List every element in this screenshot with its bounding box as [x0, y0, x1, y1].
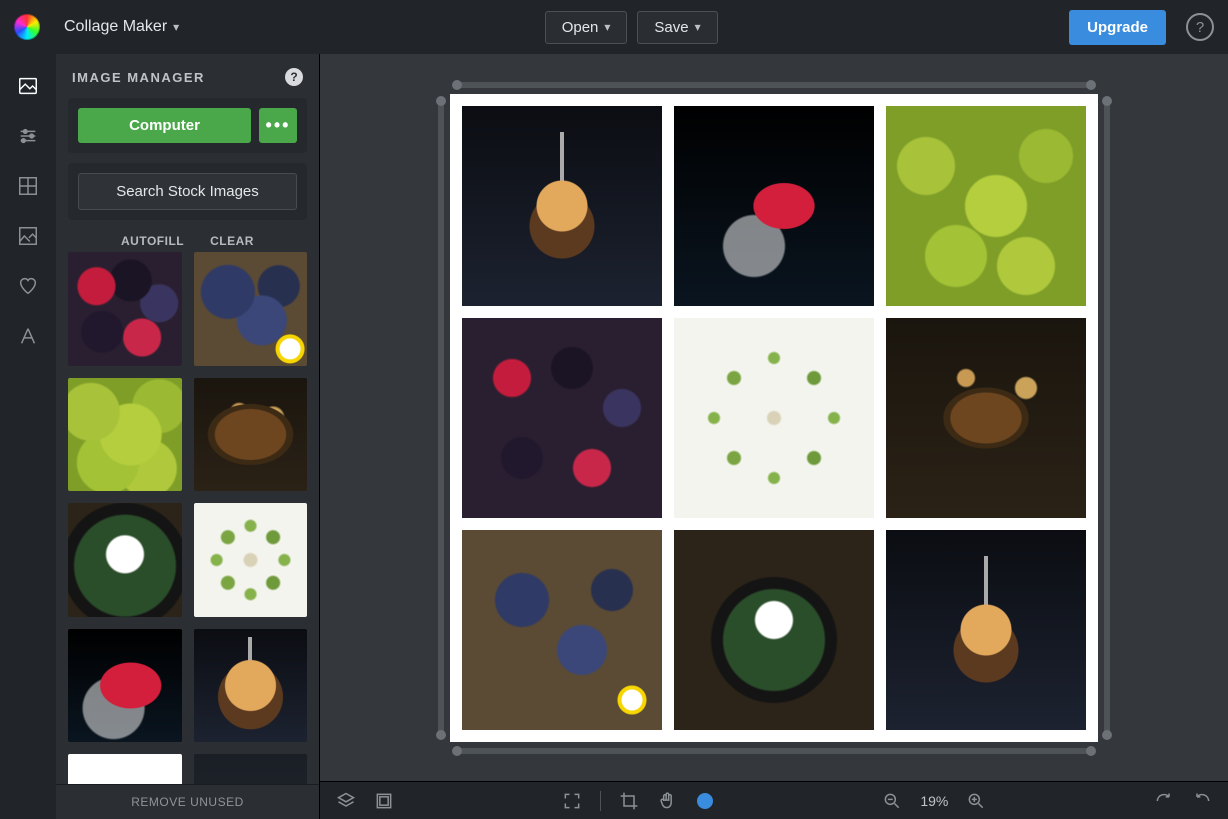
color-indicator[interactable] [695, 791, 715, 811]
cell-herbs[interactable] [674, 318, 874, 518]
ruler-top[interactable] [458, 82, 1090, 88]
app-mode-selector[interactable]: Collage Maker ▾ [50, 12, 193, 42]
cell-blueberries[interactable] [462, 530, 662, 730]
cell-pears[interactable] [886, 106, 1086, 306]
zoom-level: 19% [920, 793, 948, 809]
thumb-blueberries[interactable] [194, 252, 308, 366]
zoom-in-icon[interactable] [966, 791, 986, 811]
redo-icon[interactable] [1154, 791, 1174, 811]
bottom-toolbar: 19% [320, 781, 1228, 819]
zoom-out-icon[interactable] [882, 791, 902, 811]
chevron-down-icon: ▾ [695, 20, 701, 34]
undo-icon[interactable] [1192, 791, 1212, 811]
background-icon[interactable] [16, 224, 40, 248]
cell-strawberry-splash[interactable] [674, 106, 874, 306]
thumb-burger[interactable] [194, 629, 308, 743]
chevron-down-icon: ▾ [173, 20, 179, 34]
thumb-ms-logo[interactable] [68, 754, 182, 784]
ruler-bottom[interactable] [458, 748, 1090, 754]
help-button[interactable]: ? [1186, 13, 1214, 41]
image-manager-icon[interactable] [16, 74, 40, 98]
favorites-icon[interactable] [16, 274, 40, 298]
canvas-area: 19% [320, 54, 1228, 819]
search-stock-button[interactable]: Search Stock Images [78, 173, 297, 210]
canvas-settings-icon[interactable] [374, 791, 394, 811]
thumb-ui-screenshot[interactable] [194, 754, 308, 784]
hand-tool-icon[interactable] [657, 791, 677, 811]
app-mode-label: Collage Maker [64, 18, 167, 36]
upload-more-button[interactable]: ••• [259, 108, 297, 143]
upload-computer-button[interactable]: Computer [78, 108, 251, 143]
thumbnail-scroll[interactable] [56, 252, 319, 784]
collage-canvas[interactable] [450, 94, 1098, 742]
app-logo[interactable] [14, 14, 40, 40]
clear-button[interactable]: CLEAR [210, 234, 254, 248]
thumb-pears[interactable] [68, 378, 182, 492]
divider [600, 791, 601, 811]
save-button[interactable]: Save ▾ [637, 11, 717, 44]
panel-help-icon[interactable]: ? [285, 68, 303, 86]
adjust-icon[interactable] [16, 124, 40, 148]
sidebar-panel: IMAGE MANAGER ? Computer ••• Search Stoc… [56, 54, 320, 819]
chevron-down-icon: ▾ [604, 20, 610, 34]
ruler-right[interactable] [1104, 102, 1110, 734]
autofill-button[interactable]: AUTOFILL [121, 234, 184, 248]
cell-steak[interactable] [886, 318, 1086, 518]
panel-title: IMAGE MANAGER [72, 70, 205, 85]
top-bar: Collage Maker ▾ Open ▾ Save ▾ Upgrade ? [0, 0, 1228, 54]
cell-burger-2[interactable] [886, 530, 1086, 730]
thumb-herbs[interactable] [194, 503, 308, 617]
open-button[interactable]: Open ▾ [545, 11, 628, 44]
layers-icon[interactable] [336, 791, 356, 811]
ruler-left[interactable] [438, 102, 444, 734]
crop-icon[interactable] [619, 791, 639, 811]
cell-mixed-berries[interactable] [462, 318, 662, 518]
thumb-egg-dish[interactable] [68, 503, 182, 617]
layouts-icon[interactable] [16, 174, 40, 198]
fit-screen-icon[interactable] [562, 791, 582, 811]
thumb-berries[interactable] [68, 252, 182, 366]
left-rail [0, 54, 56, 819]
thumb-steak[interactable] [194, 378, 308, 492]
thumb-strawberry[interactable] [68, 629, 182, 743]
remove-unused-button[interactable]: REMOVE UNUSED [56, 784, 319, 819]
cell-burger[interactable] [462, 106, 662, 306]
text-icon[interactable] [16, 324, 40, 348]
cell-egg-plate[interactable] [674, 530, 874, 730]
upgrade-button[interactable]: Upgrade [1069, 10, 1166, 45]
